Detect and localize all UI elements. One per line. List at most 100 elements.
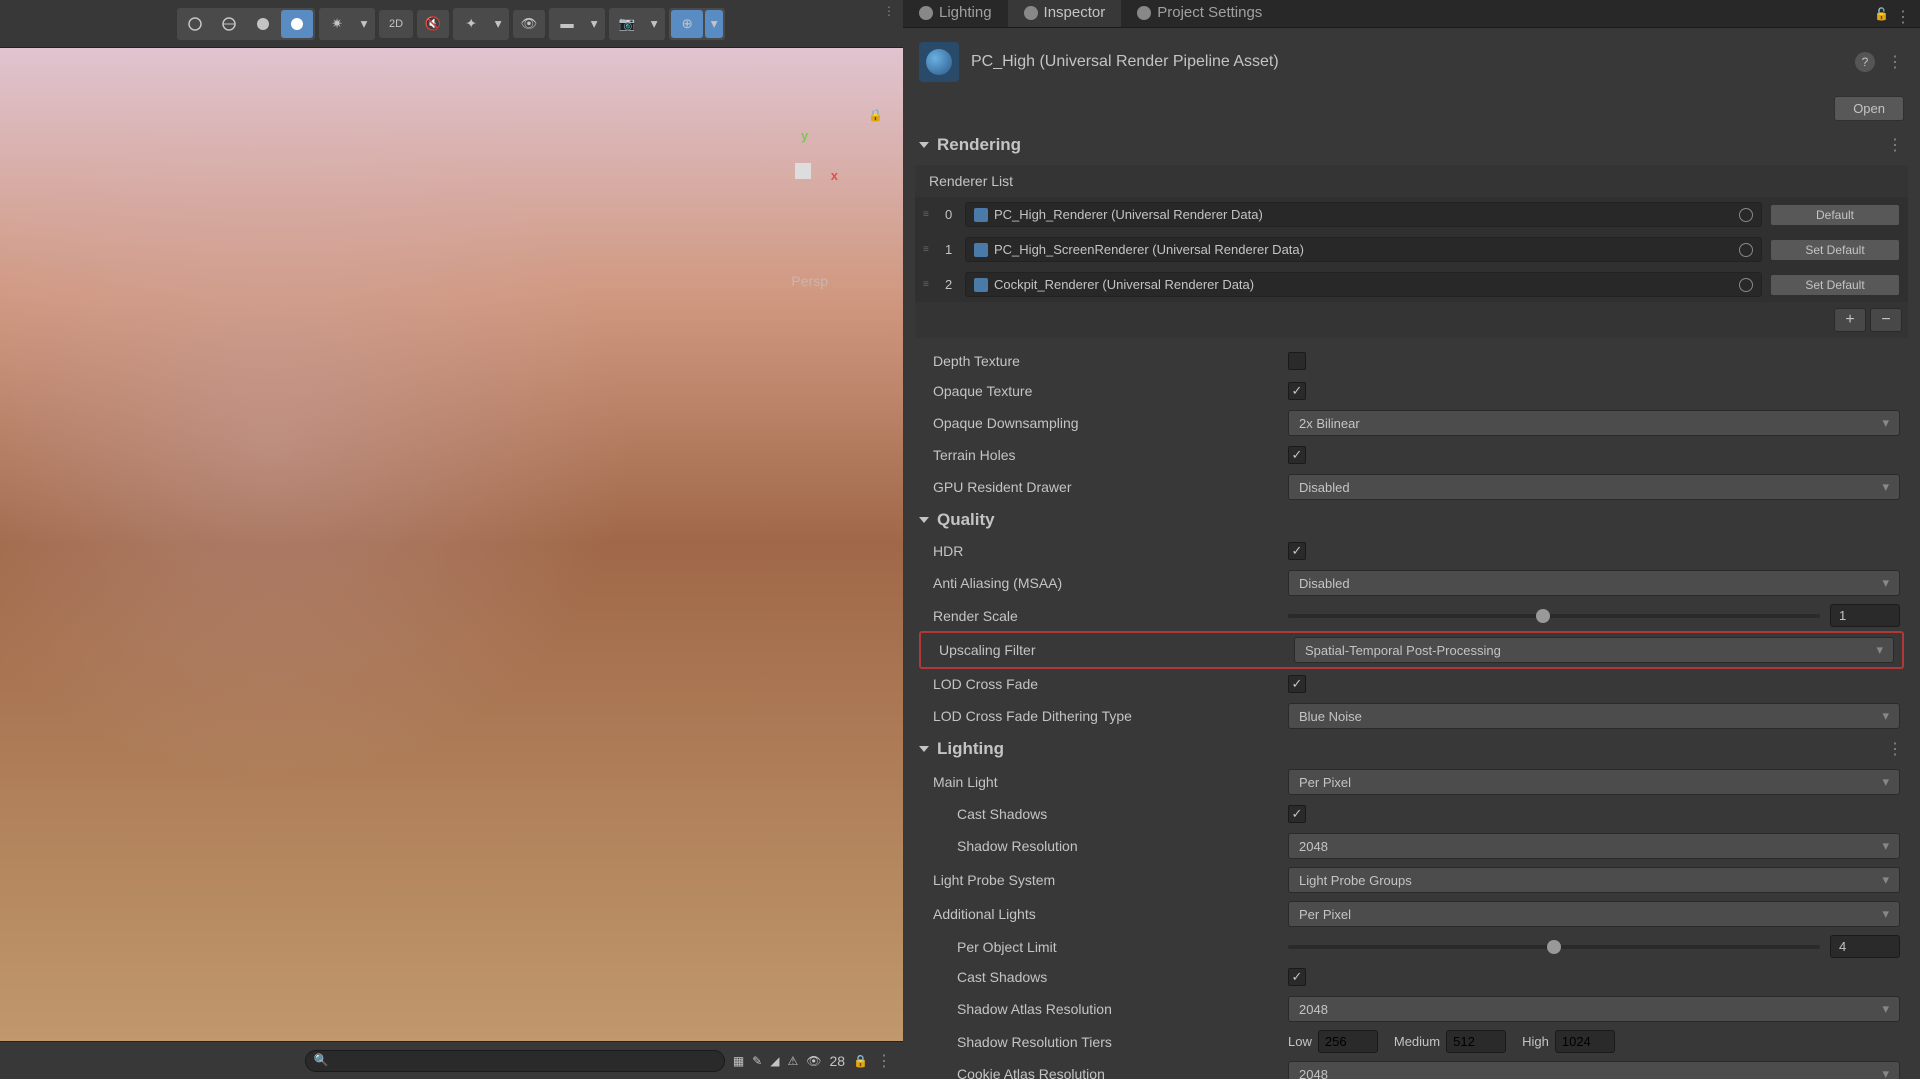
section-menu-icon[interactable]: ⋮ [1887,739,1904,759]
upscaling-filter-dropdown[interactable]: Spatial-Temporal Post-Processing [1294,637,1894,663]
asset-icon [974,208,988,222]
render-scale-slider[interactable] [1288,614,1820,618]
eraser-icon[interactable]: ◢ [770,1054,779,1068]
per-object-limit-slider[interactable] [1288,945,1820,949]
help-icon[interactable]: ? [1855,52,1875,72]
lod-dither-dropdown[interactable]: Blue Noise [1288,703,1900,729]
rendering-section-header[interactable]: Rendering ⋮ [915,129,1908,161]
add-cast-shadows-checkbox[interactable] [1288,968,1306,986]
asset-icon [974,243,988,257]
opaque-texture-checkbox[interactable] [1288,382,1306,400]
open-button[interactable]: Open [1834,96,1904,121]
default-button[interactable]: Default [1770,204,1900,226]
picker-icon[interactable] [1739,208,1753,222]
set-default-button[interactable]: Set Default [1770,274,1900,296]
upscaling-filter-row: Upscaling FilterSpatial-Temporal Post-Pr… [919,631,1904,669]
fx-dropdown-icon[interactable]: ▾ [489,10,507,38]
object-field[interactable]: Cockpit_Renderer (Universal Renderer Dat… [965,272,1762,297]
renderer-row: ≡ 2 Cockpit_Renderer (Universal Renderer… [915,267,1908,302]
depth-texture-checkbox[interactable] [1288,352,1306,370]
tier-med-field[interactable] [1446,1030,1506,1053]
per-object-limit-field[interactable] [1830,935,1900,958]
renderer-row: ≡ 1 PC_High_ScreenRenderer (Universal Re… [915,232,1908,267]
render-scale-field[interactable] [1830,604,1900,627]
add-button[interactable]: + [1834,308,1866,332]
picker-icon[interactable] [1739,243,1753,257]
pipeline-asset-icon [919,42,959,82]
lock-icon[interactable]: 🔒 [853,1054,868,1068]
fx-icon[interactable]: ✦ [455,10,487,38]
orientation-gizmo[interactable]: y x [763,128,843,208]
gear-icon [1137,6,1151,20]
shaded-wireframe-icon[interactable] [281,10,313,38]
drag-handle-icon[interactable]: ≡ [923,279,937,290]
gizmos-icon[interactable]: ⊕ [671,10,703,38]
additional-lights-dropdown[interactable]: Per Pixel [1288,901,1900,927]
foldout-icon [919,517,929,523]
search-icon: 🔍 [314,1053,329,1067]
terrain-holes-checkbox[interactable] [1288,446,1306,464]
object-field[interactable]: PC_High_ScreenRenderer (Universal Render… [965,237,1762,262]
shadow-res-dropdown[interactable]: 2048 [1288,833,1900,859]
warning-icon[interactable]: ⚠ [787,1054,798,1068]
drag-handle-icon[interactable]: ≡ [923,244,937,255]
set-default-button[interactable]: Set Default [1770,239,1900,261]
section-menu-icon[interactable]: ⋮ [1887,135,1904,155]
lock-icon[interactable]: 🔒 [868,108,883,122]
shaded-icon[interactable] [247,10,279,38]
lock-icon[interactable]: 🔓 [1874,7,1889,27]
hdr-checkbox[interactable] [1288,542,1306,560]
info-icon [1024,6,1038,20]
cast-shadows-checkbox[interactable] [1288,805,1306,823]
asset-title: PC_High (Universal Render Pipeline Asset… [971,53,1843,71]
tab-project-settings[interactable]: Project Settings [1121,0,1278,27]
remove-button[interactable]: − [1870,308,1902,332]
drag-handle-icon[interactable]: ≡ [923,209,937,220]
menu-icon[interactable]: ⋮ [876,1051,893,1071]
object-field[interactable]: PC_High_Renderer (Universal Renderer Dat… [965,202,1762,227]
layers-icon[interactable]: ▬ [551,10,583,38]
list-header: Renderer List [915,165,1908,197]
object-count: 28 [829,1053,845,1069]
2d-toggle[interactable]: 2D [379,10,413,38]
audio-icon[interactable]: 🔇 [417,10,449,38]
layers-dropdown-icon[interactable]: ▾ [585,10,603,38]
eye-icon[interactable]: 👁 [806,1054,821,1068]
lighting-icon [919,6,933,20]
panel-menu-icon[interactable]: ⋮ [883,4,895,18]
quality-section-header[interactable]: Quality [915,504,1908,536]
asset-header: PC_High (Universal Render Pipeline Asset… [903,28,1920,96]
overlay-icon[interactable]: ▦ [733,1054,744,1068]
gpu-drawer-dropdown[interactable]: Disabled [1288,474,1900,500]
probe-system-dropdown[interactable]: Light Probe Groups [1288,867,1900,893]
asset-icon [974,278,988,292]
lighting-section-header[interactable]: Lighting ⋮ [915,733,1908,765]
opaque-downsampling-dropdown[interactable]: 2x Bilinear [1288,410,1900,436]
shading-mode-icon[interactable] [179,10,211,38]
camera-dropdown-icon[interactable]: ▾ [645,10,663,38]
renderer-row: ≡ 0 PC_High_Renderer (Universal Renderer… [915,197,1908,232]
tab-inspector[interactable]: Inspector [1008,0,1122,27]
tier-low-field[interactable] [1318,1030,1378,1053]
gizmos-dropdown-icon[interactable]: ▾ [705,10,723,38]
visibility-icon[interactable]: 👁 [513,10,545,38]
cookie-res-dropdown[interactable]: 2048 [1288,1061,1900,1079]
picker-icon[interactable] [1739,278,1753,292]
debug-icon[interactable]: ✷ [321,10,353,38]
camera-icon[interactable]: 📷 [611,10,643,38]
wireframe-icon[interactable] [213,10,245,38]
asset-menu-icon[interactable]: ⋮ [1887,52,1904,72]
debug-dropdown-icon[interactable]: ▾ [355,10,373,38]
atlas-res-dropdown[interactable]: 2048 [1288,996,1900,1022]
main-light-dropdown[interactable]: Per Pixel [1288,769,1900,795]
tab-lighting[interactable]: Lighting [903,0,1008,27]
scene-viewport[interactable]: y x Persp 🔒 [0,48,903,1041]
tool-icon[interactable]: ✎ [752,1054,762,1068]
scene-search-input[interactable]: 🔍 [305,1050,725,1072]
tab-menu-icon[interactable]: ⋮ [1895,7,1912,27]
msaa-dropdown[interactable]: Disabled [1288,570,1900,596]
lod-fade-checkbox[interactable] [1288,675,1306,693]
projection-label[interactable]: Persp [791,273,828,289]
foldout-icon [919,746,929,752]
tier-high-field[interactable] [1555,1030,1615,1053]
